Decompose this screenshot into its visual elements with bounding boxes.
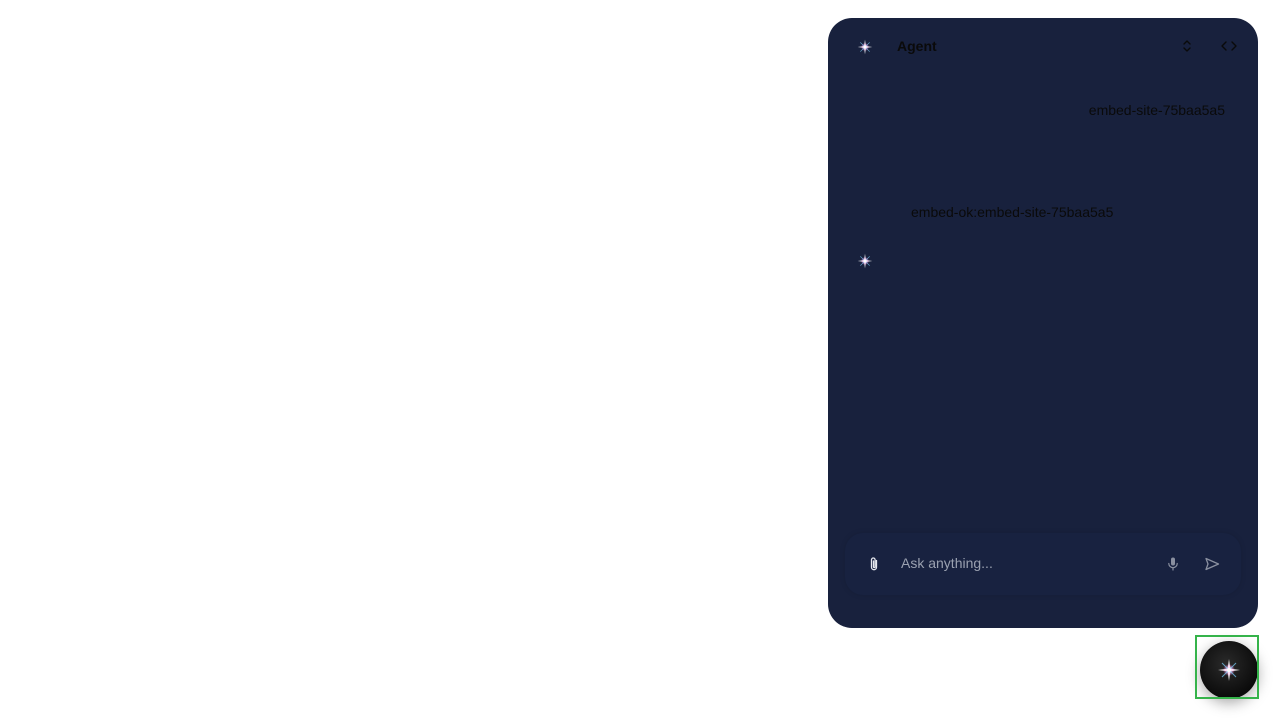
agent-message: embed-ok:embed-site-75baa5a5: [911, 204, 1114, 220]
send-icon[interactable]: [1203, 555, 1221, 573]
sparkle-icon: [1217, 658, 1241, 682]
chat-launcher-button[interactable]: [1200, 641, 1258, 699]
code-button[interactable]: [1219, 36, 1239, 56]
microphone-icon[interactable]: [1164, 555, 1182, 573]
chat-header: Agent: [828, 18, 1258, 74]
message-input[interactable]: [901, 551, 1151, 575]
chat-panel: Agent embed-site-75baa5a5 embed-ok:embed…: [828, 18, 1258, 628]
code-icon: [1221, 41, 1237, 51]
sparkle-icon: [857, 253, 873, 269]
composer: [845, 533, 1241, 595]
expand-button[interactable]: [1177, 36, 1197, 56]
chevrons-up-down-icon: [1183, 40, 1191, 52]
sparkle-icon: [857, 39, 873, 55]
paperclip-icon[interactable]: [865, 555, 883, 573]
user-message: embed-site-75baa5a5: [1088, 102, 1225, 118]
chat-title: Agent: [897, 38, 937, 54]
